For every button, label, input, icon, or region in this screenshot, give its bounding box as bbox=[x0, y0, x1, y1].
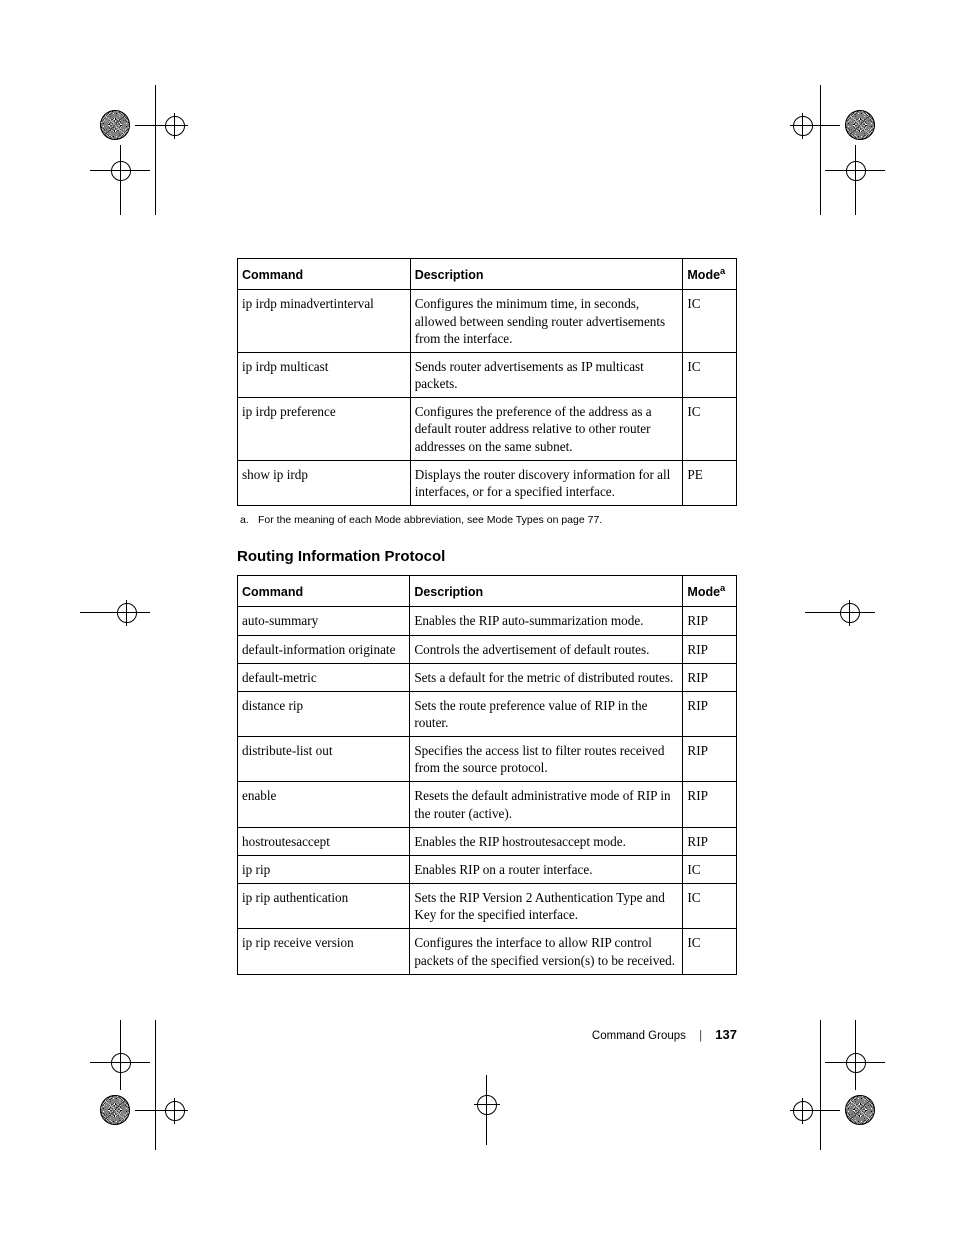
rip-commands-table: Command Description Modea auto-summary E… bbox=[237, 575, 737, 975]
table-header-mode: Modea bbox=[683, 575, 737, 606]
cmd-cell: default-information originate bbox=[238, 635, 410, 663]
irdp-commands-table: Command Description Modea ip irdp minadv… bbox=[237, 258, 737, 506]
mode-cell: IC bbox=[683, 398, 737, 460]
mode-cell: IC bbox=[683, 290, 737, 352]
desc-cell: Configures the minimum time, in seconds,… bbox=[410, 290, 683, 352]
section-heading-rip: Routing Information Protocol bbox=[237, 548, 737, 565]
cmd-cell: ip irdp minadvertinterval bbox=[238, 290, 411, 352]
desc-cell: Sets the route preference value of RIP i… bbox=[410, 691, 683, 736]
table-header-description: Description bbox=[410, 575, 683, 606]
mode-cell: RIP bbox=[683, 737, 737, 782]
mode-cell: IC bbox=[683, 855, 737, 883]
desc-cell: Controls the advertisement of default ro… bbox=[410, 635, 683, 663]
table-header-command: Command bbox=[238, 575, 410, 606]
mode-cell: IC bbox=[683, 352, 737, 397]
cmd-cell: ip rip receive version bbox=[238, 929, 410, 974]
footnote-text: For the meaning of each Mode abbreviatio… bbox=[258, 514, 602, 526]
desc-cell: Enables RIP on a router interface. bbox=[410, 855, 683, 883]
desc-cell: Sets the RIP Version 2 Authentication Ty… bbox=[410, 884, 683, 929]
cmd-cell: default-metric bbox=[238, 663, 410, 691]
footer-separator: | bbox=[699, 1030, 702, 1042]
mode-cell: RIP bbox=[683, 691, 737, 736]
footer-section: Command Groups bbox=[592, 1030, 686, 1042]
page-footer: Command Groups | 137 bbox=[0, 1027, 737, 1042]
desc-cell: Specifies the access list to filter rout… bbox=[410, 737, 683, 782]
desc-cell: Configures the preference of the address… bbox=[410, 398, 683, 460]
desc-cell: Enables the RIP hostroutesaccept mode. bbox=[410, 827, 683, 855]
mode-cell: RIP bbox=[683, 782, 737, 827]
footer-page-number: 137 bbox=[715, 1027, 737, 1042]
mode-cell: RIP bbox=[683, 663, 737, 691]
cmd-cell: ip rip bbox=[238, 855, 410, 883]
desc-cell: Resets the default administrative mode o… bbox=[410, 782, 683, 827]
mode-cell: IC bbox=[683, 884, 737, 929]
mode-cell: PE bbox=[683, 460, 737, 505]
desc-cell: Configures the interface to allow RIP co… bbox=[410, 929, 683, 974]
table-header-mode: Modea bbox=[683, 259, 737, 290]
page-content: Command Description Modea ip irdp minadv… bbox=[237, 258, 737, 975]
desc-cell: Enables the RIP auto-summarization mode. bbox=[410, 607, 683, 635]
table-header-description: Description bbox=[410, 259, 683, 290]
table-header-command: Command bbox=[238, 259, 411, 290]
table-footnote: a.For the meaning of each Mode abbreviat… bbox=[237, 514, 737, 526]
cmd-cell: ip irdp preference bbox=[238, 398, 411, 460]
cmd-cell: distribute-list out bbox=[238, 737, 410, 782]
mode-cell: RIP bbox=[683, 607, 737, 635]
cmd-cell: auto-summary bbox=[238, 607, 410, 635]
cmd-cell: show ip irdp bbox=[238, 460, 411, 505]
cmd-cell: ip rip authentication bbox=[238, 884, 410, 929]
desc-cell: Sets a default for the metric of distrib… bbox=[410, 663, 683, 691]
cmd-cell: enable bbox=[238, 782, 410, 827]
footnote-marker: a. bbox=[240, 514, 258, 526]
mode-cell: RIP bbox=[683, 827, 737, 855]
cmd-cell: distance rip bbox=[238, 691, 410, 736]
mode-cell: RIP bbox=[683, 635, 737, 663]
mode-cell: IC bbox=[683, 929, 737, 974]
cmd-cell: ip irdp multicast bbox=[238, 352, 411, 397]
cmd-cell: hostroutesaccept bbox=[238, 827, 410, 855]
desc-cell: Displays the router discovery informatio… bbox=[410, 460, 683, 505]
desc-cell: Sends router advertisements as IP multic… bbox=[410, 352, 683, 397]
